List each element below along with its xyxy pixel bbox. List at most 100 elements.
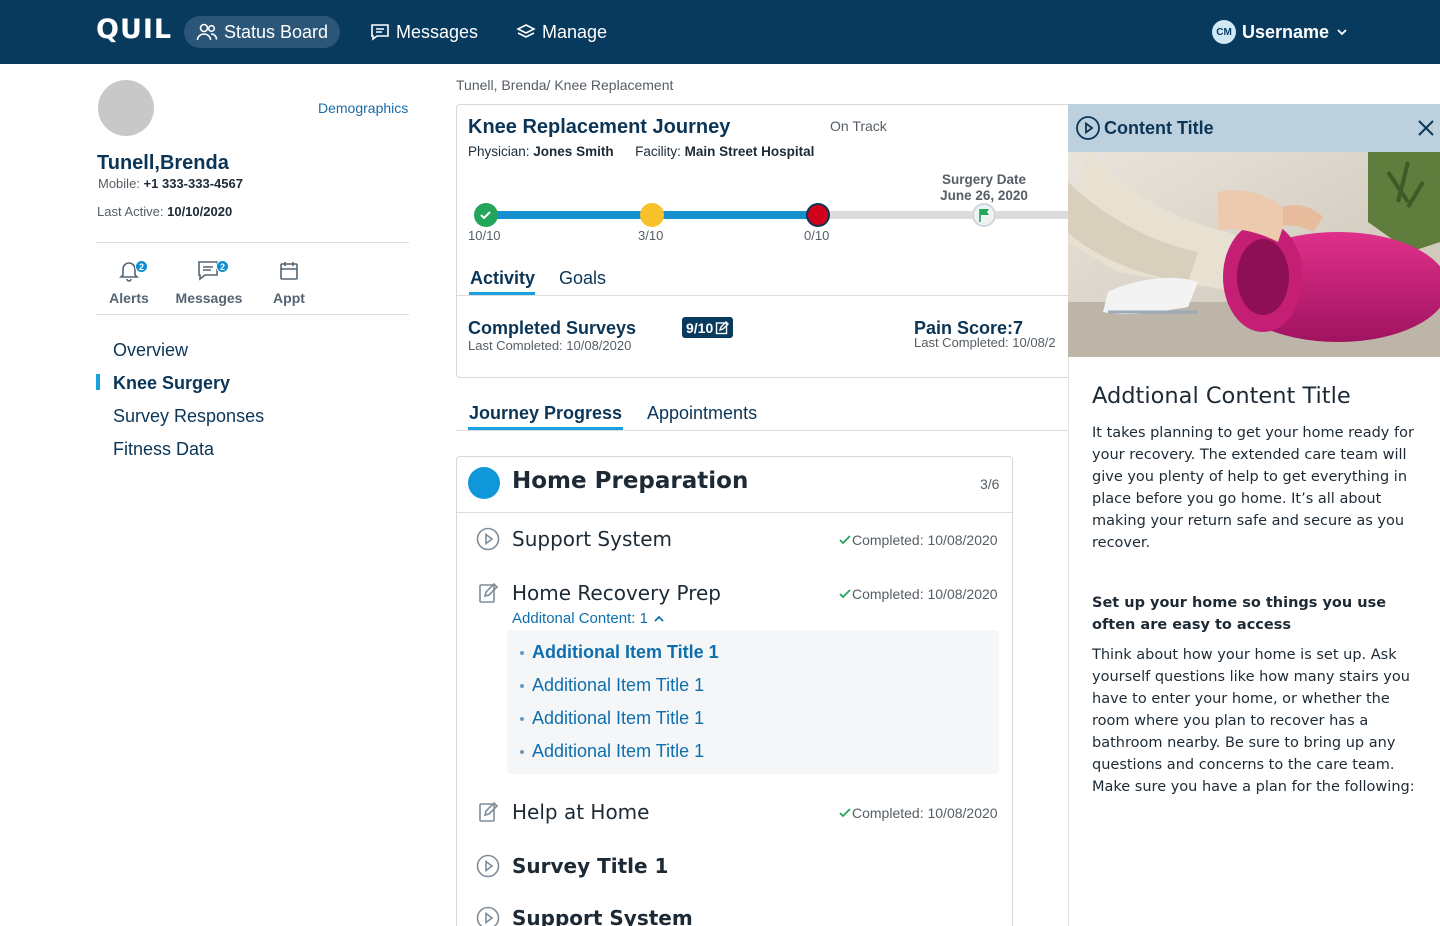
check-icon [839, 535, 851, 545]
layers-icon [516, 24, 536, 38]
milestone-label: 3/10 [638, 228, 664, 243]
alerts-badge: 2 [135, 260, 148, 273]
quick-action-appt[interactable]: Appt [253, 260, 325, 306]
additional-content-label: Additonal Content: 1 [512, 610, 648, 627]
item-completed-status: Completed: 10/08/2020 [838, 805, 998, 821]
milestone-warning[interactable] [640, 203, 664, 227]
additional-item[interactable]: Additional Item Title 1 [520, 708, 704, 729]
list-item-home-recovery-prep[interactable]: Home Recovery Prep [476, 581, 721, 605]
milestone-surgery[interactable] [972, 203, 996, 227]
item-title: Support System [512, 527, 672, 551]
surgery-date-value: June 26, 2020 [940, 188, 1028, 203]
edit-icon [716, 320, 730, 334]
completed-surveys-title: Completed Surveys [468, 318, 637, 338]
completed-text: Completed: 10/08/2020 [852, 586, 998, 602]
nav-manage-label: Manage [542, 21, 608, 42]
patient-avatar [98, 80, 154, 136]
alerts-label: Alerts [109, 290, 149, 306]
journey-physician: Physician: Jones Smith Facility: Main St… [468, 144, 814, 159]
check-icon [839, 589, 851, 599]
completed-surveys-last: Last Completed: 10/08/2020 [468, 338, 632, 350]
chevron-down-icon [1337, 29, 1347, 36]
tab-goals[interactable]: Goals [559, 268, 606, 289]
top-navigation-bar: QUIL Status Board Messages Manage CM Use… [0, 0, 1440, 64]
play-circle-icon [476, 854, 500, 878]
list-item-help-at-home[interactable]: Help at Home [476, 800, 649, 824]
item-completed-status: Completed: 10/08/2020 [838, 532, 998, 548]
close-icon[interactable] [1415, 117, 1437, 139]
list-item-support-system[interactable]: Support System [476, 527, 672, 551]
item-title: Home Recovery Prep [512, 581, 722, 605]
side-nav-overview[interactable]: Overview [113, 340, 188, 361]
demographics-link[interactable]: Demographics [318, 100, 408, 116]
edit-icon [479, 801, 499, 822]
journey-progress-remaining [818, 211, 1068, 219]
nav-manage[interactable]: Manage [504, 16, 619, 48]
milestone-label: 10/10 [468, 228, 501, 243]
milestone-alert[interactable] [806, 203, 830, 227]
quil-logo[interactable]: QUIL [96, 14, 172, 50]
mobile-value: +1 333-333-4567 [143, 176, 243, 191]
section-status-dot [468, 467, 500, 499]
additional-item[interactable]: Additional Item Title 1 [520, 642, 719, 663]
item-title: Survey Title 1 [512, 854, 669, 878]
quick-action-alerts[interactable]: 2 Alerts [93, 260, 165, 306]
tab-journey-progress[interactable]: Journey Progress [469, 403, 622, 424]
patient-name: Tunell,Brenda [97, 152, 229, 174]
quick-action-messages[interactable]: 2 Messages [173, 260, 245, 306]
facility-label: Facility: [635, 144, 681, 159]
content-hero-image [1068, 152, 1440, 357]
play-circle-icon [1076, 116, 1100, 140]
list-item-support-system[interactable]: Support System [476, 906, 693, 926]
completed-surveys-badge[interactable]: 9/10 [682, 317, 734, 338]
item-title: Support System [512, 906, 693, 926]
side-nav-active-indicator [96, 374, 100, 390]
list-item-survey-title[interactable]: Survey Title 1 [476, 854, 668, 878]
nav-messages-label: Messages [396, 21, 479, 42]
drawer-content-heading: Addtional Content Title [1092, 383, 1351, 409]
milestone-label: 0/10 [804, 228, 830, 243]
flag-icon [979, 209, 989, 222]
milestone-complete[interactable] [474, 203, 498, 227]
nav-messages[interactable]: Messages [358, 16, 490, 48]
messages-badge: 2 [216, 260, 229, 273]
drawer-title: Content Title [1104, 118, 1214, 138]
check-icon [839, 808, 851, 818]
section-count: 3/6 [980, 476, 1000, 492]
chevron-up-icon [654, 615, 664, 622]
progress-tabs-divider [456, 430, 1068, 431]
additional-item[interactable]: Additional Item Title 1 [520, 741, 704, 762]
side-nav-fitness-data[interactable]: Fitness Data [113, 439, 214, 460]
message-icon [371, 24, 389, 41]
play-circle-icon [476, 527, 500, 551]
side-nav-survey-responses[interactable]: Survey Responses [113, 406, 264, 427]
calendar-icon [280, 262, 298, 280]
item-completed-status: Completed: 10/08/2020 [838, 586, 998, 602]
username-label: Username [1242, 21, 1330, 42]
completed-surveys-count: 9/10 [686, 319, 714, 336]
bullet [520, 683, 524, 688]
user-menu[interactable]: CM Username [1212, 18, 1349, 46]
nav-status-board[interactable]: Status Board [184, 16, 341, 48]
mobile-label: Mobile: [98, 176, 140, 191]
section-title[interactable]: Home Preparation [512, 468, 748, 494]
last-active-label: Last Active: [97, 204, 164, 219]
additional-item-label: Additional Item Title 1 [532, 708, 705, 728]
last-active-value: 10/10/2020 [167, 204, 233, 219]
section-divider [457, 512, 1012, 513]
pain-score-last: Last Completed: 10/08/2 [914, 335, 1056, 350]
tabs-divider [457, 295, 1068, 296]
tab-activity[interactable]: Activity [470, 268, 535, 289]
drawer-intro-text: It takes planning to get your home ready… [1092, 425, 1414, 551]
patient-last-active: Last Active: 10/10/2020 [97, 204, 232, 219]
appt-label: Appt [273, 290, 305, 306]
journey-status: On Track [830, 118, 887, 134]
users-icon [196, 23, 218, 41]
additional-item-label: Additional Item Title 1 [532, 741, 705, 761]
drawer-subheading: Set up your home so things you use often… [1092, 595, 1387, 633]
additional-item[interactable]: Additional Item Title 1 [520, 675, 704, 696]
additional-content-toggle[interactable]: Additonal Content: 1 [512, 610, 666, 627]
side-nav-knee-surgery[interactable]: Knee Surgery [113, 373, 230, 394]
tab-appointments[interactable]: Appointments [647, 403, 757, 424]
completed-text: Completed: 10/08/2020 [852, 532, 998, 548]
